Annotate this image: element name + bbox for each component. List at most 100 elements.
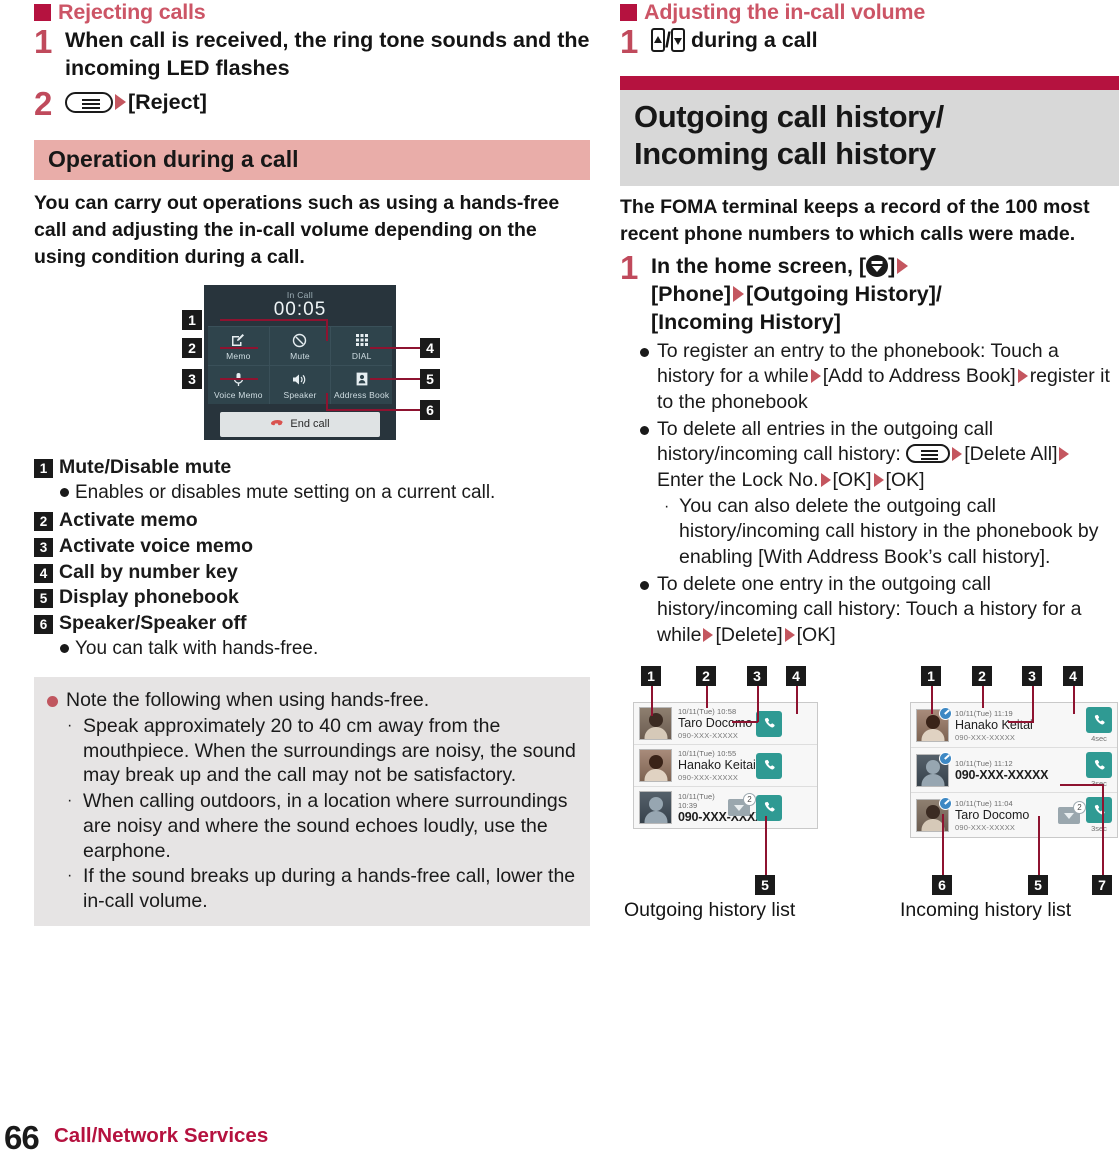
call-button[interactable]	[1086, 797, 1112, 824]
leader-line	[706, 686, 708, 709]
arrow-icon	[1059, 447, 1070, 462]
definition-term: Activate voice memo	[59, 534, 254, 557]
leader-line	[765, 816, 767, 877]
arrow-icon	[873, 472, 884, 487]
end-call-button[interactable]: End call	[220, 411, 380, 437]
definition-number: 4	[34, 563, 53, 583]
expand-history-button[interactable]: 2	[1058, 800, 1086, 824]
call-duration: 4sec	[1091, 734, 1107, 744]
callout-1: 1	[641, 666, 661, 687]
leader-line	[326, 392, 328, 411]
bullet-part: [Delete All]	[964, 443, 1058, 466]
speaker-button[interactable]: Speaker	[269, 365, 331, 404]
history-number: 090-XXX-XXXXX	[678, 773, 739, 783]
leader-line	[931, 686, 933, 715]
leader-line	[328, 408, 420, 411]
arrow-icon	[952, 447, 963, 462]
leader-line	[1008, 721, 1034, 723]
bullet-part: [Add to Address Book]	[822, 365, 1016, 388]
menu-key-icon	[906, 444, 951, 464]
leader-line	[220, 318, 328, 321]
button-definition-list: 1 Mute/Disable mute Enables or disables …	[34, 455, 590, 662]
speaker-icon	[270, 371, 331, 388]
section-marker-square	[34, 4, 51, 21]
step-text: In the home screen, [] [Phone] [Outgoing …	[651, 254, 942, 334]
step-1-history: 1 In the home screen, [] [Phone] [Outgoin…	[620, 251, 1119, 337]
arrow-icon	[1017, 369, 1028, 384]
definition-number: 6	[34, 615, 53, 635]
chapter-title-box: Outgoing call history/ Incoming call his…	[620, 90, 1119, 187]
bullet-delete-all: To delete all entries in the outgoing ca…	[620, 417, 1119, 493]
home-menu-key-icon	[866, 255, 889, 278]
mute-button[interactable]: Mute	[269, 326, 331, 365]
table-row[interactable]: 10/11(Tue) 11:12 090-XXX-XXXXX 3sec	[911, 748, 1117, 794]
callout-4: 4	[786, 666, 806, 687]
bullet-dot-icon	[60, 644, 69, 654]
table-row[interactable]: 10/11(Tue) 10:58 Taro Docomo 090-XXX-XXX…	[634, 703, 817, 746]
history-name: Hanako Keitai	[955, 717, 1033, 732]
call-button[interactable]	[756, 752, 782, 779]
memo-label: Memo	[226, 350, 251, 361]
operation-intro-text: You can carry out operations such as usi…	[34, 192, 560, 268]
outgoing-list-caption: Outgoing history list	[624, 899, 796, 922]
history-info: 10/11(Tue) 10:39 090-XXX-XXXXX	[678, 792, 772, 824]
bullet-dot-icon	[60, 487, 69, 497]
definition-note-1: Enables or disables mute setting on a cu…	[34, 481, 590, 505]
operation-during-call-label: Operation during a call	[48, 146, 299, 172]
bullet-delete-one: To delete one entry in the outgoing call…	[620, 572, 1119, 648]
callout-6: 6	[420, 399, 440, 420]
step-incoming-label: [Incoming History]	[651, 309, 841, 334]
callout-5: 5	[755, 875, 775, 896]
call-button[interactable]	[1086, 752, 1112, 779]
history-date: 10/11(Tue) 11:04	[955, 798, 1013, 808]
bullet-part: [OK]	[832, 468, 872, 491]
note-heading-text: Note the following when using hands-free…	[66, 689, 430, 712]
history-date: 10/11(Tue) 11:19	[955, 708, 1013, 718]
volume-up-key-icon	[651, 28, 665, 53]
address-book-button[interactable]: Address Book	[331, 365, 392, 404]
voice-memo-button[interactable]: Voice Memo	[208, 365, 269, 404]
table-row[interactable]: 10/11(Tue) 10:55 Hanako Keitai 090-XXX-X…	[634, 745, 817, 788]
chapter-accent-bar	[620, 76, 1119, 91]
outgoing-history-list-mock: 10/11(Tue) 10:58 Taro Docomo 090-XXX-XXX…	[633, 702, 818, 830]
section-heading-rejecting-calls: Rejecting calls	[34, 0, 590, 24]
call-button[interactable]	[756, 794, 782, 821]
table-row[interactable]: 10/11(Tue) 11:19 Hanako Keitai 090-XXX-X…	[911, 703, 1117, 749]
table-row[interactable]: 10/11(Tue) 10:39 090-XXX-XXXXX 2	[634, 787, 817, 829]
call-button[interactable]	[1086, 707, 1112, 734]
phone-handset-icon	[764, 801, 775, 812]
step-text: When call is received, the ring tone sou…	[65, 28, 590, 81]
definition-item-6: 6 Speaker/Speaker off	[34, 611, 590, 636]
in-call-button-grid: Memo Mute DIAL Voice Memo Speaker Addres…	[208, 325, 392, 404]
leader-line	[1102, 784, 1104, 877]
history-info: 10/11(Tue) 10:58 Taro Docomo 090-XXX-XXX…	[678, 707, 752, 740]
leader-line	[1032, 686, 1034, 723]
leader-line	[982, 686, 984, 709]
call-duration: 3sec	[1091, 824, 1107, 834]
history-list-figures: 10/11(Tue) 10:58 Taro Docomo 090-XXX-XXX…	[620, 664, 1119, 929]
step-number: 2	[34, 84, 53, 122]
in-call-screen-figure: In Call 00:05 Memo Mute DIAL Voice Memo …	[34, 284, 590, 445]
step-number: 1	[620, 23, 639, 61]
expand-history-button[interactable]: 2	[728, 793, 756, 817]
bullet-part: [OK]	[796, 623, 836, 646]
history-name: Hanako Keitai	[678, 758, 756, 773]
chapter-lead-text: The FOMA terminal keeps a record of the …	[620, 196, 1090, 246]
memo-button[interactable]: Memo	[208, 326, 269, 365]
arrow-icon	[733, 286, 745, 303]
call-button[interactable]	[756, 710, 782, 737]
avatar	[639, 707, 672, 741]
step-text: [Reject]	[65, 88, 207, 117]
history-name: 090-XXX-XXXXX	[678, 809, 772, 824]
edit-badge-icon	[939, 796, 952, 810]
note-sub-bullet-icon: ·	[67, 867, 73, 885]
sub-bullet-phonebook-delete: · You can also delete the outgoing call …	[620, 494, 1119, 570]
call-cell: 3sec	[1086, 752, 1112, 788]
edit-badge-icon	[939, 751, 952, 765]
section-heading-adjusting-volume: Adjusting the in-call volume	[620, 0, 1119, 24]
step-action-label: [Reject]	[128, 89, 207, 114]
definition-note-text: Enables or disables mute setting on a cu…	[75, 481, 496, 503]
history-number: 090-XXX-XXXXX	[955, 732, 1016, 742]
callout-5: 5	[420, 368, 440, 389]
dial-button[interactable]: DIAL	[331, 326, 392, 365]
